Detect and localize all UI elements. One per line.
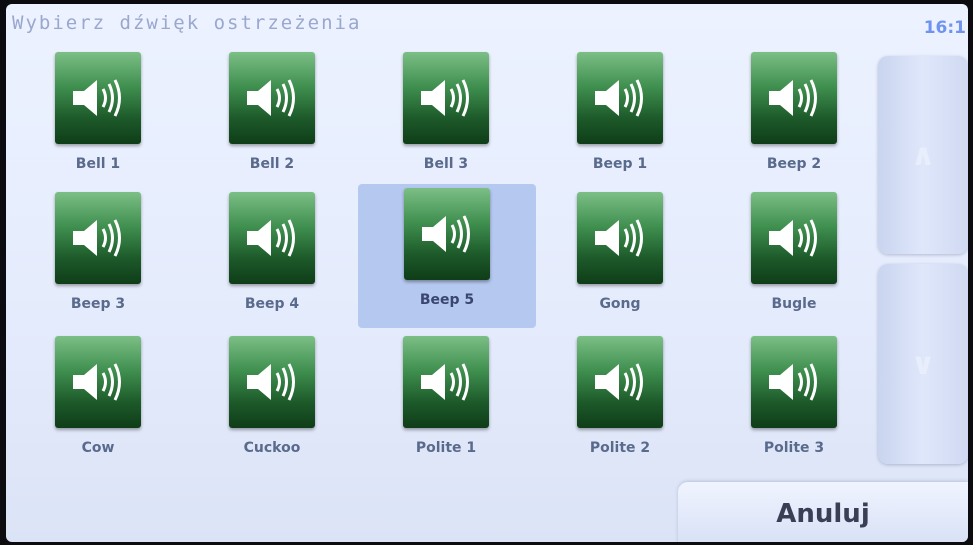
chevron-up-icon: ∧ (910, 137, 936, 173)
cancel-button[interactable]: Anuluj (678, 482, 968, 542)
scroll-down-button[interactable]: ∨ (878, 264, 968, 464)
sound-label: Polite 2 (589, 440, 651, 456)
sound-tile[interactable]: Cuckoo (202, 332, 342, 482)
speaker-icon (229, 336, 315, 428)
sound-label: Beep 5 (419, 292, 475, 308)
sound-label: Bell 2 (249, 156, 295, 172)
sound-tile[interactable]: Polite 3 (724, 332, 864, 482)
speaker-icon (55, 192, 141, 284)
sound-label: Cuckoo (243, 440, 301, 456)
sound-tile[interactable]: Cow (28, 332, 168, 482)
speaker-icon (229, 192, 315, 284)
sound-label: Beep 2 (766, 156, 822, 172)
chevron-down-icon: ∨ (910, 346, 936, 382)
sound-label: Polite 1 (415, 440, 477, 456)
speaker-icon (577, 192, 663, 284)
sound-grid: Bell 1 Bell 2 Bell 3 Beep 1 Beep 2 Beep … (6, 4, 886, 484)
sound-label: Bell 3 (423, 156, 469, 172)
speaker-icon (403, 52, 489, 144)
sound-tile[interactable]: Bell 1 (28, 48, 168, 198)
speaker-icon (751, 192, 837, 284)
speaker-icon (403, 336, 489, 428)
sound-label: Polite 3 (763, 440, 825, 456)
sound-tile[interactable]: Gong (550, 188, 690, 338)
sound-tile[interactable]: Beep 3 (28, 188, 168, 338)
sound-tile[interactable]: Polite 1 (376, 332, 516, 482)
sound-label: Gong (599, 296, 641, 312)
speaker-icon (577, 52, 663, 144)
sound-tile[interactable]: Bugle (724, 188, 864, 338)
speaker-icon (404, 188, 490, 280)
sound-label: Bugle (771, 296, 817, 312)
sound-label: Beep 1 (592, 156, 648, 172)
sound-label: Beep 4 (244, 296, 300, 312)
speaker-icon (577, 336, 663, 428)
sound-tile[interactable]: Beep 1 (550, 48, 690, 198)
scroll-up-button[interactable]: ∧ (878, 56, 968, 254)
speaker-icon (55, 52, 141, 144)
sound-tile[interactable]: Polite 2 (550, 332, 690, 482)
sound-tile[interactable]: Bell 3 (376, 48, 516, 198)
clock: 16:1 (923, 18, 966, 38)
speaker-icon (229, 52, 315, 144)
sound-label: Beep 3 (70, 296, 126, 312)
speaker-icon (55, 336, 141, 428)
cancel-button-label: Anuluj (776, 499, 870, 529)
sound-label: Cow (81, 440, 115, 456)
sound-tile[interactable]: Beep 4 (202, 188, 342, 338)
screen: Wybierz dźwięk ostrzeżenia 16:1 Bell 1 B… (6, 4, 968, 542)
sound-tile[interactable]: Beep 2 (724, 48, 864, 198)
sound-label: Bell 1 (75, 156, 121, 172)
speaker-icon (751, 52, 837, 144)
sound-tile[interactable]: Bell 2 (202, 48, 342, 198)
sound-tile-selected[interactable]: Beep 5 (358, 184, 536, 328)
speaker-icon (751, 336, 837, 428)
